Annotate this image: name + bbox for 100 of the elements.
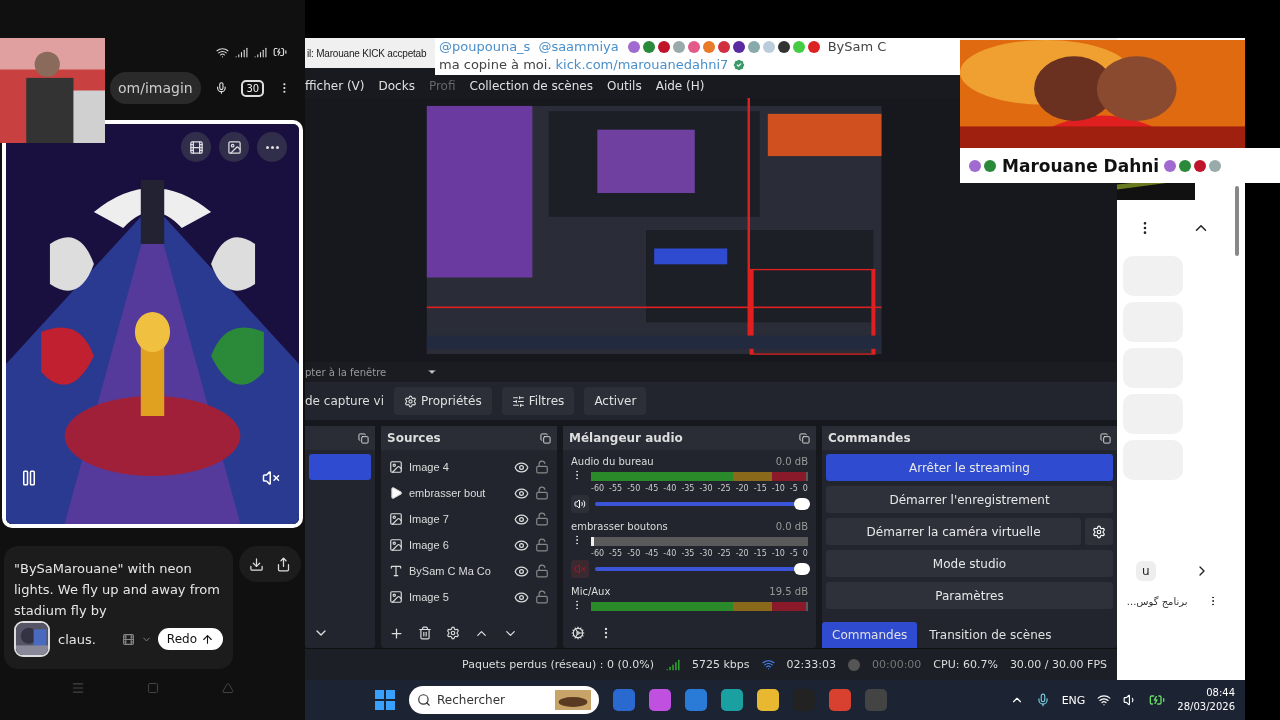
image-icon	[389, 590, 403, 604]
source-name[interactable]: Image 6	[409, 539, 508, 551]
eye-icon[interactable]	[514, 589, 529, 605]
share-icon[interactable]	[276, 556, 291, 572]
search-icon	[417, 693, 431, 707]
control-button[interactable]: Démarrer l'enregistrement	[826, 486, 1113, 513]
scale-label: -5	[789, 484, 798, 493]
tab-count[interactable]: 30	[241, 79, 265, 97]
control-button[interactable]: Arrêter le streaming	[826, 454, 1113, 481]
unlocked-icon[interactable]	[535, 486, 549, 500]
delete-icon[interactable]	[418, 626, 432, 640]
mention-link[interactable]: @poupouna_s	[439, 38, 531, 56]
eye-icon[interactable]	[514, 485, 529, 501]
menu-item[interactable]: fficher (V)	[305, 79, 365, 93]
folder-icon[interactable]	[757, 689, 779, 711]
text-icon	[389, 564, 403, 578]
mute-icon[interactable]	[262, 469, 280, 487]
scale-label: -25	[717, 484, 731, 493]
eye-icon[interactable]	[514, 537, 529, 553]
channel-link[interactable]: kick.com/marouanedahni7	[555, 56, 729, 74]
clock-date[interactable]: 28/03/2026	[1177, 700, 1235, 714]
unlocked-icon[interactable]	[535, 564, 549, 578]
menu-item[interactable]: Aide (H)	[655, 79, 705, 93]
toolbar-button[interactable]: Activer	[584, 387, 647, 415]
wifi-icon[interactable]	[1097, 693, 1112, 707]
toolbar-button[interactable]: Propriétés	[394, 387, 492, 415]
app-icon[interactable]	[613, 689, 635, 711]
float-icon[interactable]	[358, 432, 369, 444]
scale-label: -40	[663, 484, 677, 493]
control-button[interactable]: Mode studio	[826, 550, 1113, 577]
start-icon[interactable]	[375, 690, 395, 710]
channel-name: Audio du bureau	[571, 456, 654, 467]
settings-icon	[404, 394, 417, 408]
language-indicator[interactable]: ENG	[1061, 693, 1086, 707]
app-icon[interactable]	[721, 689, 743, 711]
settings-button[interactable]	[1085, 518, 1113, 545]
app-icon[interactable]	[649, 689, 671, 711]
settings-icon[interactable]	[446, 626, 460, 640]
video-icon[interactable]	[121, 632, 135, 646]
channel-reading: 19.5 dB	[769, 586, 808, 597]
mention-link[interactable]: @saammiya	[538, 38, 619, 56]
unlocked-icon[interactable]	[535, 512, 549, 526]
dock-tab[interactable]: Commandes	[822, 622, 918, 648]
frame-rate: 30.00 / 30.00 FPS	[1009, 658, 1107, 671]
bitrate: 5725 kbps	[692, 658, 750, 671]
eye-icon[interactable]	[514, 563, 529, 579]
float-icon[interactable]	[799, 432, 810, 444]
eye-icon[interactable]	[514, 511, 529, 527]
image-icon	[389, 460, 403, 474]
pause-icon[interactable]	[20, 469, 38, 487]
source-name[interactable]: Image 4	[409, 461, 508, 473]
control-button[interactable]: Paramètres	[826, 582, 1113, 609]
filter-icon	[511, 394, 525, 408]
redo-button[interactable]: Redo	[157, 628, 223, 650]
clock-time[interactable]: 08:44	[1206, 686, 1235, 700]
scale-label: 0	[802, 484, 808, 493]
menu-item[interactable]: Docks	[378, 79, 415, 93]
wifi-icon	[216, 45, 229, 59]
toolbar-button[interactable]: Filtres	[501, 387, 575, 415]
battery-icon[interactable]	[1149, 692, 1166, 708]
unlocked-icon[interactable]	[535, 460, 549, 474]
gear-icon	[1092, 524, 1107, 539]
verified-icon	[732, 58, 747, 72]
search-field[interactable]: Rechercher	[409, 686, 599, 714]
source-name[interactable]: Image 5	[409, 591, 508, 603]
menu-item[interactable]: Outils	[607, 79, 642, 93]
unlocked-icon[interactable]	[535, 538, 549, 552]
panel-title: Sources	[387, 431, 441, 445]
emoji-row-icon	[626, 40, 822, 54]
url-field[interactable]: om/imagin	[110, 72, 201, 104]
download-icon[interactable]	[249, 556, 264, 572]
scale-label: -20	[735, 549, 749, 558]
scrollbar[interactable]	[1235, 186, 1239, 256]
microphone-icon[interactable]	[1035, 693, 1050, 707]
unlocked-icon[interactable]	[535, 590, 549, 604]
image-icon	[226, 139, 242, 155]
float-icon[interactable]	[540, 432, 551, 444]
control-button[interactable]: Démarrer la caméra virtuelle	[826, 518, 1082, 545]
eye-icon[interactable]	[514, 459, 529, 475]
stream-time: 02:33:03	[786, 658, 836, 671]
app-icon[interactable]	[685, 689, 707, 711]
float-icon[interactable]	[1100, 432, 1111, 444]
source-name[interactable]: embrasser bout	[409, 487, 508, 499]
channel-name: Mic/Aux	[571, 586, 611, 597]
speaker-icon[interactable]	[571, 495, 589, 513]
chip[interactable]: u	[1136, 561, 1156, 581]
footer-text: برنامج گوس...	[1126, 595, 1188, 607]
add-icon[interactable]	[389, 625, 404, 641]
stream-icon	[761, 658, 775, 671]
battery-icon	[273, 45, 287, 59]
microphone-icon[interactable]	[214, 79, 228, 97]
source-name[interactable]: Image 7	[409, 513, 508, 525]
dropped-frames: Paquets perdus (réseau) : 0 (0.0%)	[462, 658, 654, 671]
advanced-settings-icon[interactable]	[571, 626, 585, 640]
channel-reading: 0.0 dB	[775, 521, 808, 532]
menu-item[interactable]: Collection de scènes	[469, 79, 593, 93]
message-text: ma copine à moi.	[439, 56, 552, 74]
browser-icon[interactable]	[829, 689, 851, 711]
scale-label: -10	[771, 549, 785, 558]
source-name[interactable]: BySam C Ma Co	[409, 565, 508, 577]
